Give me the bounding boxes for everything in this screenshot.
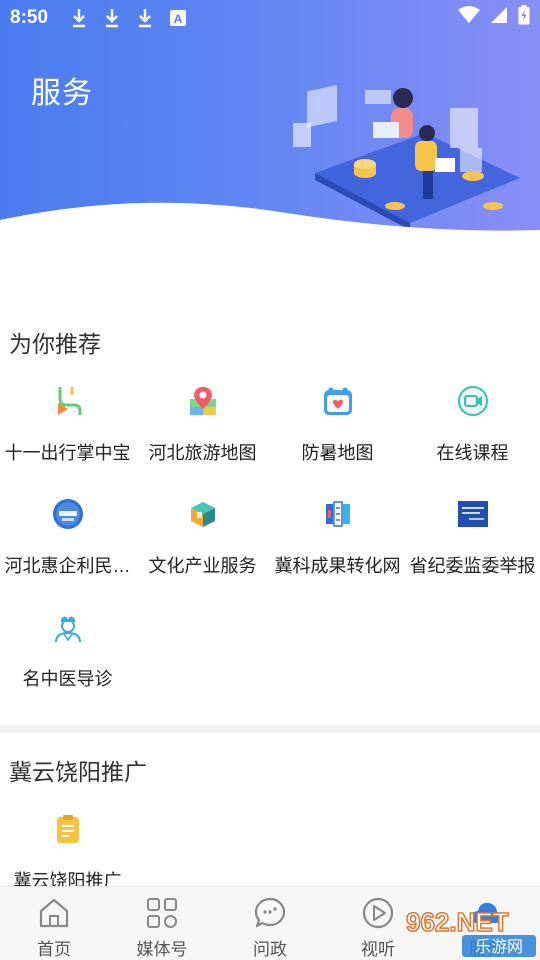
site-watermark-logo: 962.NET 乐游网 — [405, 906, 536, 957]
a-box-icon: A — [167, 7, 189, 29]
svg-text:乐游网: 乐游网 — [475, 937, 523, 956]
service-item-travel[interactable]: 十一出行掌中宝 — [0, 385, 135, 485]
report-icon — [457, 501, 488, 527]
service-item-tcm-doctor[interactable]: 名中医导诊 — [0, 611, 135, 711]
enterprise-badge-icon — [52, 499, 83, 529]
service-item-label: 河北惠企利民… — [4, 556, 131, 576]
recommend-section-title: 为你推荐 — [9, 331, 101, 357]
download-icon — [68, 7, 90, 29]
wifi-icon — [458, 6, 480, 30]
service-item-label: 在线课程 — [436, 443, 509, 463]
play-icon — [362, 897, 394, 929]
download-icon — [134, 7, 156, 29]
service-item-enterprise[interactable]: 河北惠企利民… — [0, 498, 135, 598]
doctor-icon — [54, 613, 81, 643]
video-course-icon — [457, 386, 488, 416]
service-item-online-course[interactable]: 在线课程 — [405, 385, 540, 485]
service-item-label: 冀科成果转化网 — [274, 556, 401, 576]
status-time: 8:50 — [10, 7, 49, 28]
nav-label: 问政 — [253, 940, 287, 959]
service-item-label: 文化产业服务 — [148, 556, 257, 576]
svg-text:962.NET: 962.NET — [406, 907, 509, 937]
cube-icon — [190, 502, 215, 527]
nav-media[interactable]: 媒体号 — [108, 887, 216, 960]
travel-route-icon — [53, 387, 82, 415]
nav-inquiry[interactable]: 问政 — [216, 887, 324, 960]
chat-icon — [254, 897, 286, 928]
status-bar: 8:50 A — [0, 0, 540, 36]
service-item-label: 河北旅游地图 — [148, 443, 257, 463]
promo-section-title: 冀云饶阳推广 — [9, 759, 147, 785]
service-item-heat-map[interactable]: 防暑地图 — [270, 385, 405, 485]
service-item-label: 省纪委监委举报 — [409, 556, 536, 576]
service-item-label: 名中医导诊 — [22, 669, 113, 689]
map-pin-icon — [189, 387, 216, 415]
grid-icon — [147, 898, 177, 928]
service-item-culture[interactable]: 文化产业服务 — [135, 498, 270, 598]
thermometer-icon — [323, 387, 352, 415]
nav-label: 首页 — [37, 940, 71, 959]
nav-label: 媒体号 — [136, 940, 188, 959]
service-item-tech-transfer[interactable]: 冀科成果转化网 — [270, 498, 405, 598]
service-item-label: 十一出行掌中宝 — [4, 443, 131, 463]
page-title: 服务 — [31, 77, 93, 110]
tech-transfer-icon — [325, 501, 350, 527]
clipboard-icon — [56, 815, 79, 843]
service-item-label: 防暑地图 — [301, 443, 374, 463]
header-banner: 8:50 A 服务 — [0, 0, 540, 235]
nav-home[interactable]: 首页 — [0, 887, 108, 960]
home-icon — [39, 898, 69, 928]
service-item-tour-map[interactable]: 河北旅游地图 — [135, 385, 270, 485]
battery-icon — [518, 5, 530, 31]
section-divider — [0, 725, 540, 733]
service-item-report[interactable]: 省纪委监委举报 — [405, 498, 540, 598]
svg-text:A: A — [174, 12, 183, 26]
download-icon — [101, 7, 123, 29]
header-wave-decoration — [0, 202, 540, 235]
signal-icon — [490, 6, 508, 30]
